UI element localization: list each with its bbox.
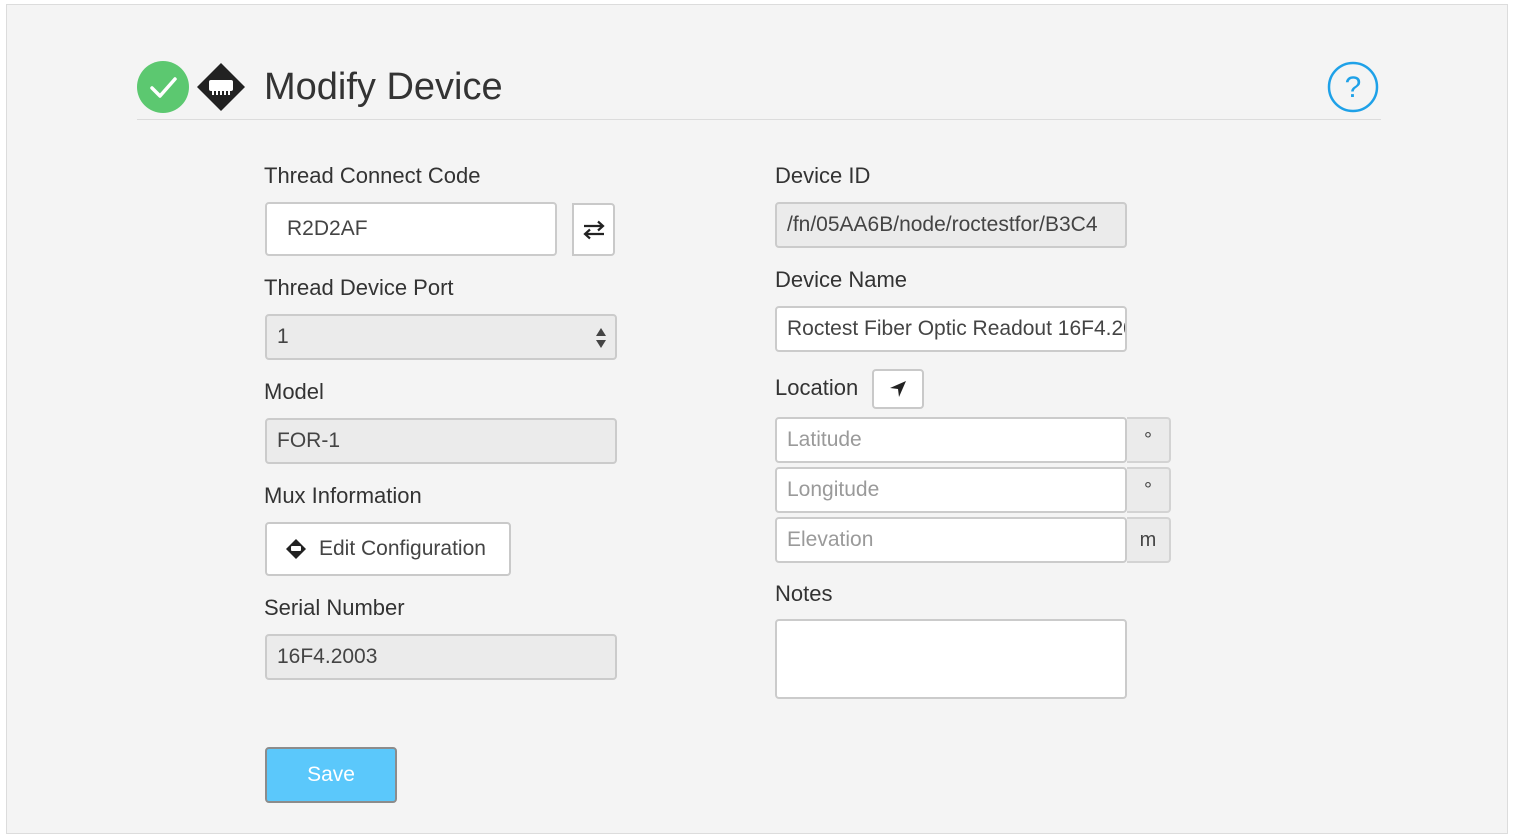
notes-textarea[interactable] [775, 619, 1127, 699]
latitude-unit: ° [1127, 417, 1171, 463]
modify-device-panel: Modify Device ? Thread Connect Code R2D2… [6, 4, 1508, 834]
device-name-input[interactable]: Roctest Fiber Optic Readout 16F4.2003 [775, 306, 1127, 352]
elevation-input[interactable] [775, 517, 1127, 563]
device-id-label: Device ID [775, 163, 871, 188]
device-diamond-icon [195, 61, 247, 113]
location-label: Location [775, 375, 859, 400]
mux-info-label: Mux Information [264, 483, 422, 508]
connect-code-input[interactable]: R2D2AF [265, 202, 557, 256]
swap-arrows-icon [582, 220, 605, 239]
serial-number-label: Serial Number [264, 595, 405, 620]
check-circle-icon [137, 61, 189, 113]
notes-label: Notes [775, 581, 833, 606]
select-arrows-icon [596, 328, 606, 348]
swap-code-button[interactable] [572, 203, 615, 256]
serial-number-field: 16F4.2003 [265, 634, 617, 680]
longitude-input[interactable] [775, 467, 1127, 513]
device-name-label: Device Name [775, 267, 908, 292]
connect-code-label: Thread Connect Code [264, 163, 481, 188]
location-arrow-icon [890, 381, 906, 397]
device-id-field: /fn/05AA6B/node/roctestfor/B3C4 [775, 202, 1127, 248]
longitude-unit: ° [1127, 467, 1171, 513]
device-port-select[interactable]: 1 [265, 314, 617, 360]
elevation-unit: m [1127, 517, 1171, 563]
model-label: Model [264, 379, 324, 404]
help-circle-icon[interactable]: ? [1327, 61, 1379, 113]
device-port-value: 1 [277, 325, 289, 348]
header: Modify Device ? [137, 57, 1381, 120]
latitude-input[interactable] [775, 417, 1127, 463]
locate-me-button[interactable] [872, 369, 924, 409]
device-diamond-icon [286, 539, 306, 559]
edit-configuration-label: Edit Configuration [319, 537, 486, 560]
edit-configuration-button[interactable]: Edit Configuration [265, 522, 511, 576]
page-title: Modify Device [264, 66, 503, 108]
device-port-label: Thread Device Port [264, 275, 454, 300]
model-field: FOR-1 [265, 418, 617, 464]
svg-text:?: ? [1345, 71, 1362, 104]
save-button[interactable]: Save [265, 747, 397, 803]
